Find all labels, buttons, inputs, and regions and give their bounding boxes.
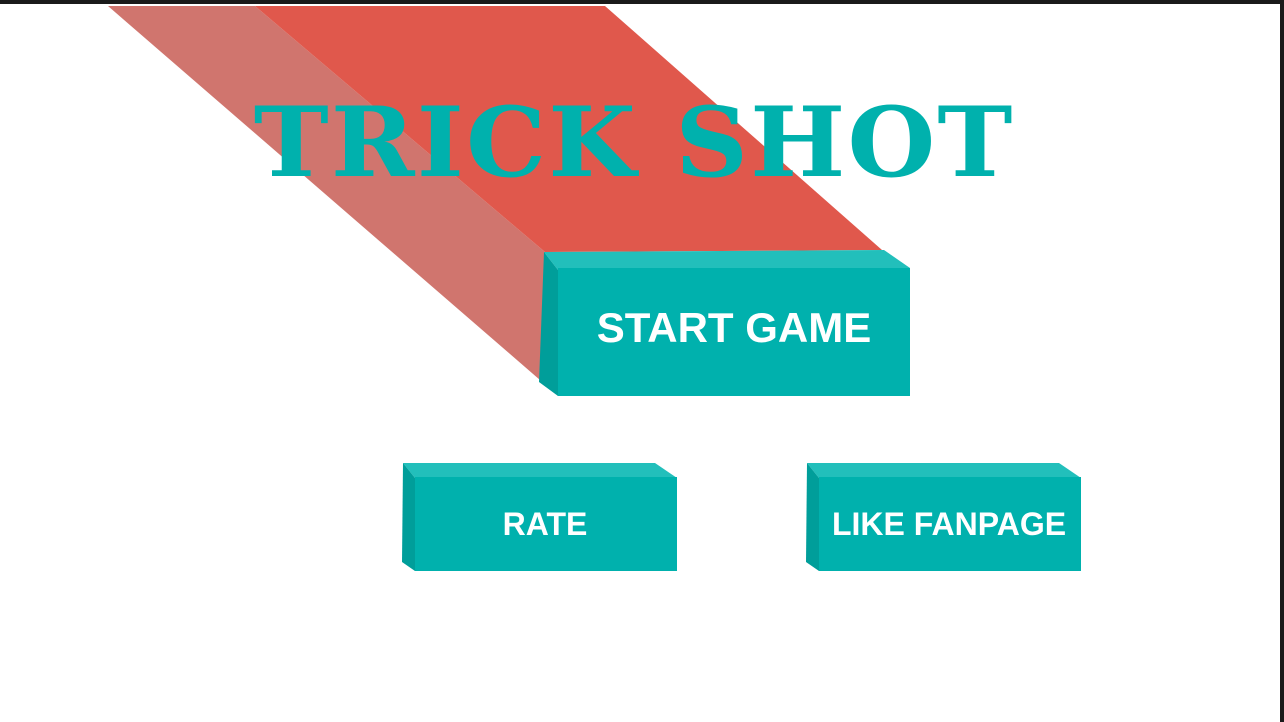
start-game-button[interactable]: START GAME [538,250,910,396]
like-fanpage-button[interactable]: LIKE FANPAGE [805,462,1081,572]
like-fanpage-label: LIKE FANPAGE [831,506,1067,542]
game-title: TRICK SHOT [253,86,1015,199]
game-screen: TRICK SHOT START GAME RATE LIKE FANPAGE [0,0,1284,722]
window-border-right [1280,0,1284,722]
window-border-top [0,0,1284,4]
rate-button[interactable]: RATE [401,462,677,572]
rate-label: RATE [502,506,588,542]
start-game-label: START GAME [596,304,872,351]
